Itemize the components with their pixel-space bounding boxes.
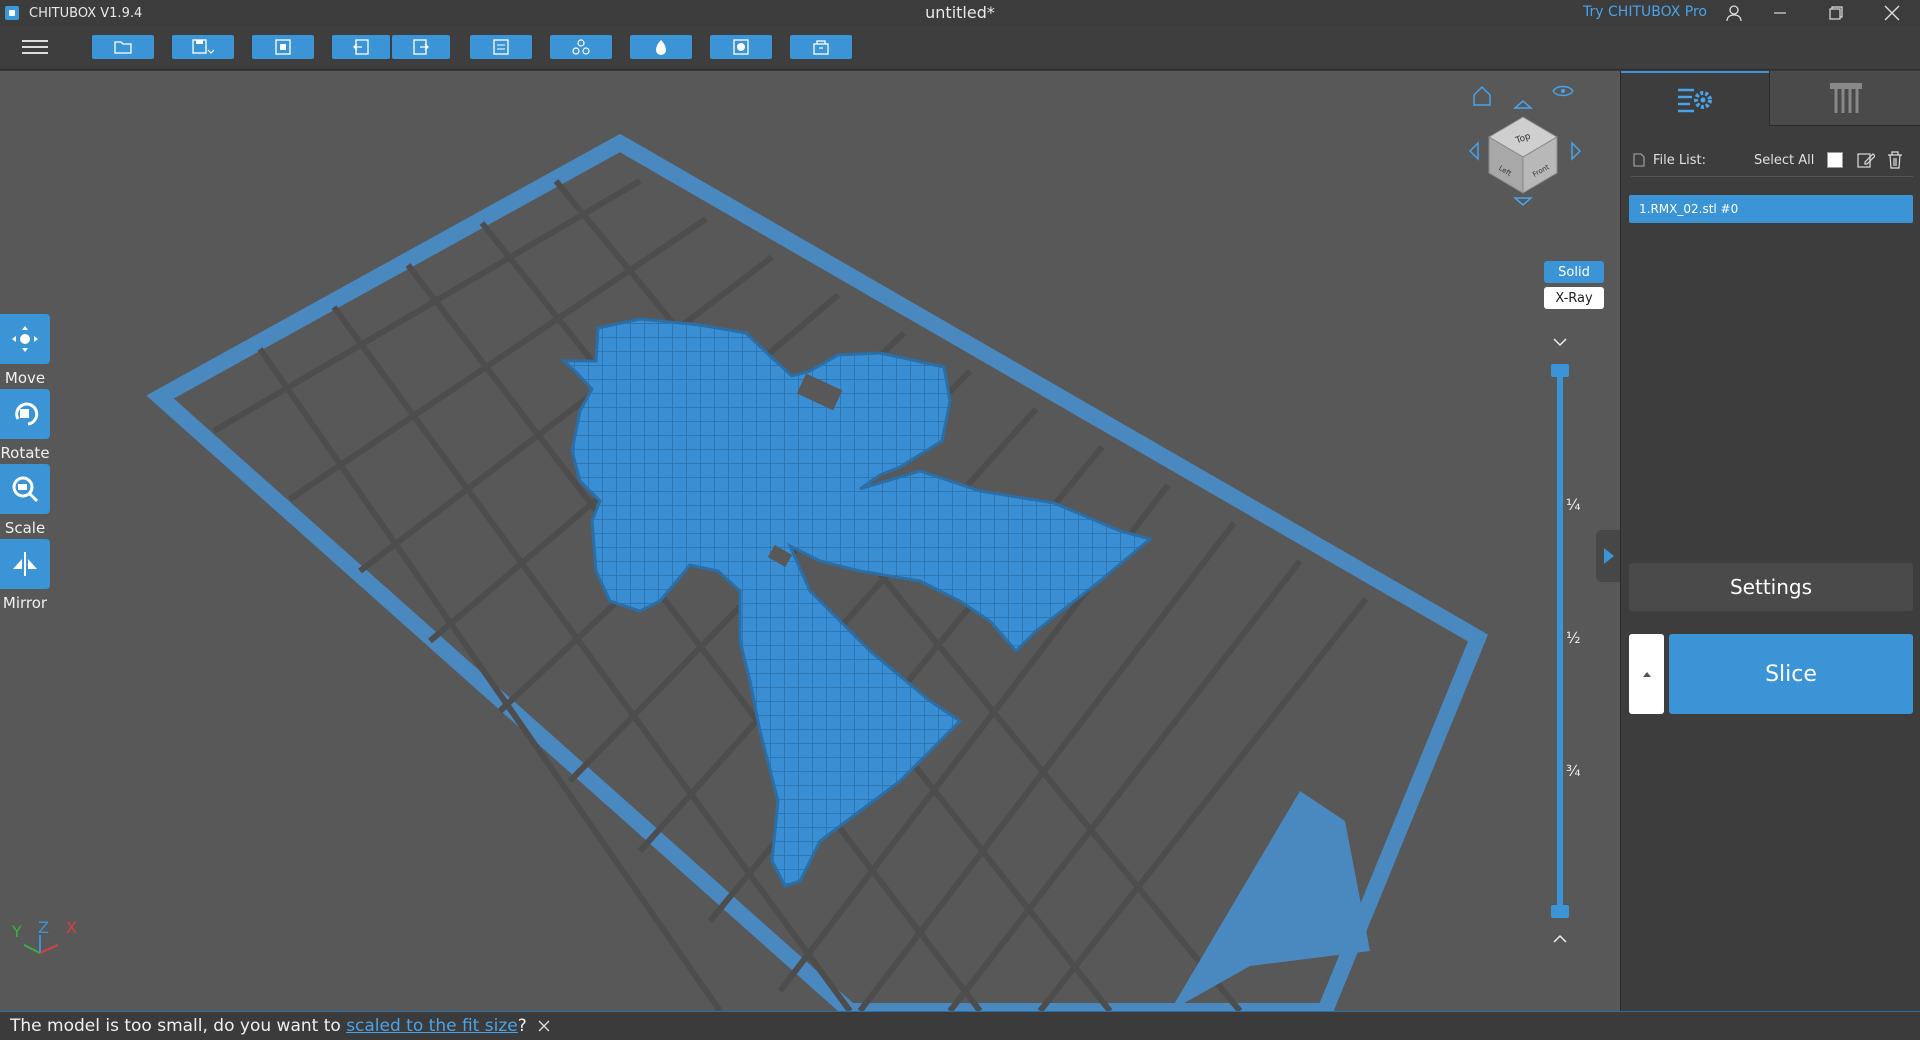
rotate-right-icon — [1571, 141, 1582, 161]
minimize-button[interactable] — [1752, 0, 1808, 26]
rotate-tool-button[interactable] — [0, 389, 50, 439]
caret-up-icon — [1642, 672, 1651, 677]
save-icon — [192, 39, 214, 54]
file-list-item[interactable]: 1.RMX_02.stl #0 — [1629, 195, 1913, 223]
layer-slider-track[interactable] — [1557, 371, 1563, 913]
status-bar: The model is too small, do you want to s… — [0, 1011, 1920, 1040]
rotate-down-icon — [1513, 197, 1533, 206]
arrange-icon — [572, 39, 590, 55]
scale-to-fit-link[interactable]: scaled to the fit size — [346, 1016, 518, 1036]
mirror-icon — [13, 552, 37, 576]
title-bar: CHITUBOX V1.9.4 untitled* Try CHITUBOX P… — [0, 0, 1920, 26]
status-message: The model is too small, do you want to — [10, 1016, 347, 1036]
tab-supports[interactable] — [1769, 71, 1920, 126]
layer-mark-three-quarters: ¾ — [1566, 762, 1581, 780]
dismiss-icon[interactable] — [538, 1020, 550, 1032]
axis-z-label: Z — [38, 918, 49, 937]
axis-indicator: Y Z X — [11, 918, 77, 954]
app-logo — [5, 6, 19, 20]
rotate-icon — [15, 402, 39, 426]
document-icon — [1633, 153, 1645, 167]
build-plate — [146, 133, 1489, 1011]
hollow-button[interactable] — [630, 35, 692, 59]
main-toolbar — [0, 26, 1920, 70]
package-button[interactable] — [790, 35, 852, 59]
layer-mark-half: ½ — [1566, 629, 1581, 647]
app-name: CHITUBOX V1.9.4 — [29, 5, 143, 21]
move-tool-button[interactable] — [0, 314, 50, 364]
close-button[interactable] — [1864, 0, 1920, 26]
redo-button[interactable] — [392, 35, 450, 59]
minimize-icon — [1774, 12, 1786, 14]
move-tool-label: Move — [4, 369, 46, 387]
file-list-header: File List: Select All — [1631, 149, 1913, 177]
fit-view-button[interactable] — [252, 35, 314, 59]
solid-mode-button[interactable]: Solid — [1544, 261, 1604, 283]
build-plate-scene — [146, 133, 1489, 1011]
fit-icon — [275, 39, 291, 55]
package-icon — [813, 40, 829, 55]
axis-y-label: Y — [11, 922, 22, 941]
tab-slice-settings[interactable] — [1621, 71, 1769, 126]
settings-button[interactable]: Settings — [1629, 563, 1913, 611]
supports-icon — [1829, 83, 1862, 113]
view-navigator[interactable]: Top Left Front — [1455, 83, 1595, 213]
rotate-up-icon — [1513, 100, 1533, 109]
user-icon[interactable] — [1726, 4, 1742, 22]
restore-button[interactable] — [1808, 0, 1864, 26]
scale-tool-button[interactable] — [0, 464, 50, 514]
edit-icon[interactable] — [1857, 151, 1875, 169]
restore-icon — [1829, 6, 1843, 20]
mirror-tool-button[interactable] — [0, 539, 50, 589]
xray-mode-button[interactable]: X-Ray — [1544, 287, 1604, 309]
select-all-label: Select All — [1754, 153, 1815, 168]
slice-button[interactable]: Slice — [1669, 634, 1913, 714]
mirror-tool-label: Mirror — [2, 594, 48, 612]
arrange-button[interactable] — [550, 35, 612, 59]
rotate-tool-label: Rotate — [0, 444, 50, 462]
home-view-icon — [1473, 85, 1491, 106]
chevron-down-icon[interactable] — [1552, 336, 1568, 348]
save-button[interactable] — [172, 35, 234, 59]
close-icon — [1884, 5, 1900, 21]
panel-collapse-button[interactable] — [1596, 530, 1622, 582]
undo-button[interactable] — [332, 35, 390, 59]
select-all-checkbox[interactable] — [1827, 152, 1843, 168]
trash-icon[interactable] — [1887, 151, 1903, 169]
layer-slider-bottom-handle[interactable] — [1551, 905, 1569, 918]
slice-options-toggle[interactable] — [1629, 634, 1664, 714]
layer-mark-quarter: ¼ — [1566, 496, 1581, 514]
layout-button[interactable] — [470, 35, 532, 59]
screenshot-button[interactable] — [710, 35, 772, 59]
undo-icon — [353, 39, 369, 55]
3d-viewport[interactable]: Move Rotate Scale Mirror Top Left Front … — [0, 71, 1620, 1011]
layout-icon — [493, 39, 509, 55]
scale-icon — [12, 476, 39, 503]
move-icon — [12, 326, 38, 352]
try-pro-link[interactable]: Try CHITUBOX Pro — [1583, 4, 1707, 20]
settings-list-icon — [1678, 88, 1712, 112]
scale-tool-label: Scale — [4, 519, 46, 537]
file-list-label: File List: — [1653, 153, 1706, 168]
rotate-left-icon — [1468, 141, 1479, 161]
hollow-icon — [656, 40, 666, 55]
play-right-icon — [1604, 548, 1614, 564]
axis-x-label: X — [66, 918, 77, 937]
chevron-up-icon[interactable] — [1552, 933, 1568, 945]
hamburger-menu-button[interactable] — [20, 36, 50, 60]
redo-icon — [413, 39, 429, 55]
layer-slider-top-handle[interactable] — [1551, 364, 1569, 377]
right-panel: File List: Select All 1.RMX_02.stl #0 Se… — [1620, 71, 1920, 1011]
screenshot-icon — [733, 39, 749, 55]
folder-icon — [114, 41, 132, 54]
status-suffix: ? — [517, 1016, 527, 1036]
open-file-button[interactable] — [92, 35, 154, 59]
